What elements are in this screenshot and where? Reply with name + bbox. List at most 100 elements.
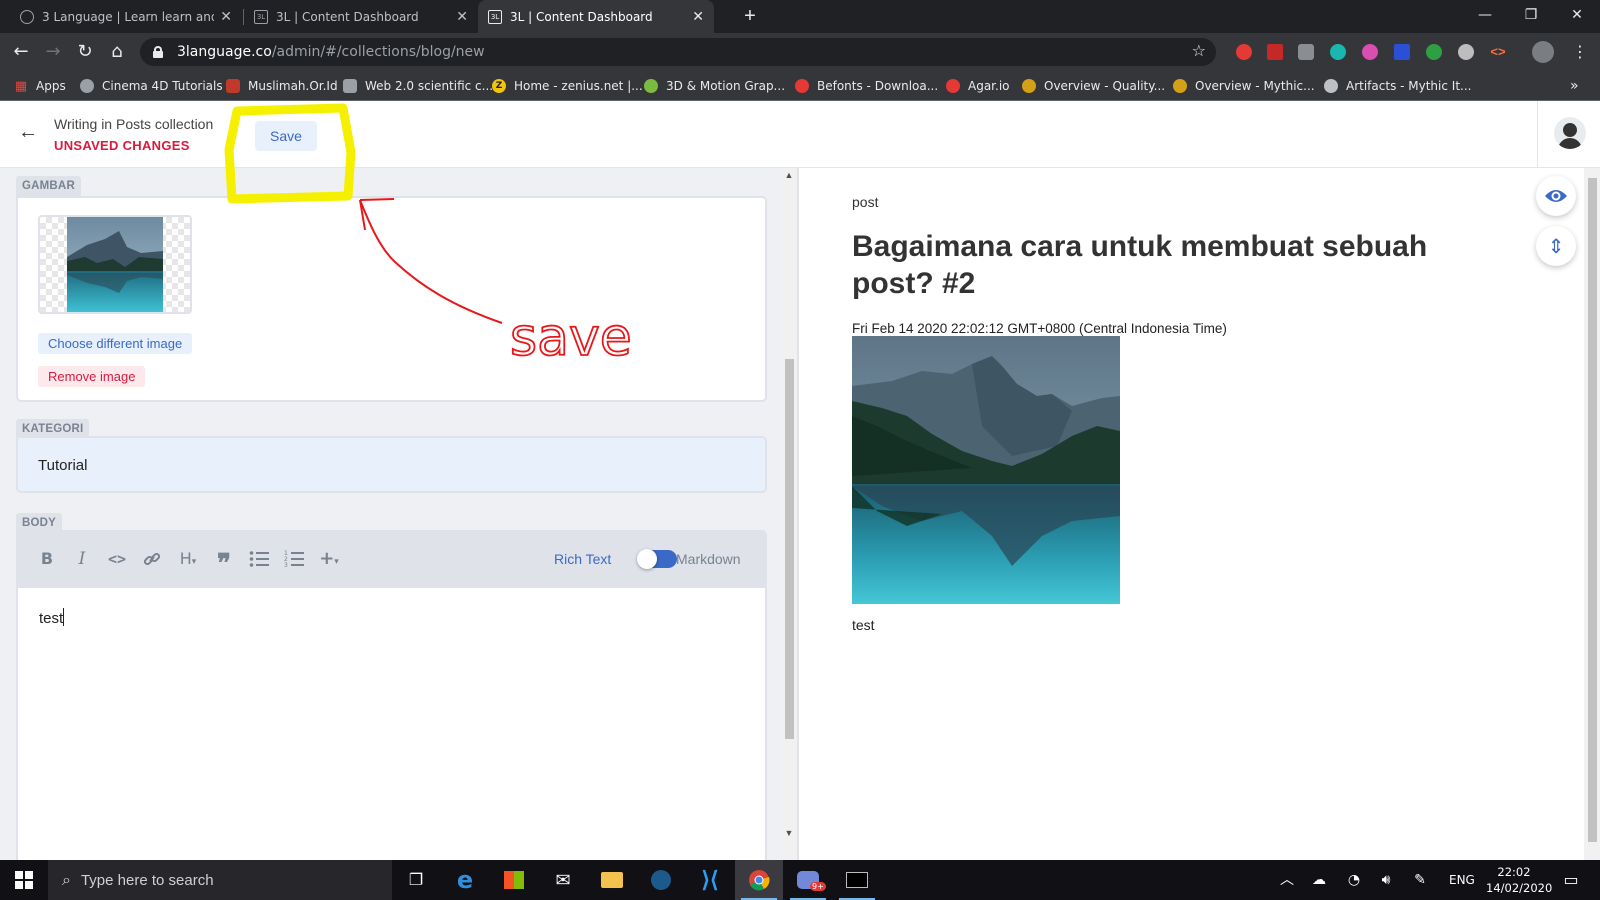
- remove-image-button[interactable]: Remove image: [38, 366, 146, 387]
- notification-center-icon[interactable]: ▭: [1562, 871, 1580, 889]
- bookmark-item[interactable]: Web 2.0 scientific c...: [343, 71, 493, 101]
- input-language[interactable]: ENG: [1449, 873, 1475, 887]
- window-close-icon[interactable]: ✕: [1554, 0, 1600, 30]
- browser-tab-active[interactable]: 3L 3L | Content Dashboard ✕: [478, 0, 714, 33]
- restore-icon[interactable]: ❐: [1508, 0, 1554, 30]
- preview-collection-kind: post: [852, 194, 879, 210]
- back-arrow-icon[interactable]: ←: [18, 121, 38, 144]
- browser-tab-strip: 3 Language | Learn learn and learn ✕ 3L …: [0, 0, 1600, 33]
- chrome-icon[interactable]: [735, 860, 783, 900]
- bookmark-star-icon[interactable]: ☆: [1192, 41, 1206, 60]
- steam-icon[interactable]: [637, 860, 685, 900]
- extension-icon[interactable]: [1267, 44, 1283, 60]
- extension-icon[interactable]: [1394, 44, 1410, 60]
- mail-icon[interactable]: ✉: [539, 860, 587, 900]
- store-icon[interactable]: [490, 860, 538, 900]
- edge-icon[interactable]: e: [441, 860, 489, 900]
- preview-scrollbar-thumb[interactable]: [1588, 178, 1597, 842]
- rich-text-label[interactable]: Rich Text: [554, 551, 611, 567]
- heading-icon[interactable]: H▾: [176, 547, 200, 571]
- bookmark-apps[interactable]: ▦ Apps: [14, 71, 66, 101]
- bulleted-list-icon[interactable]: [247, 547, 271, 571]
- italic-icon[interactable]: I: [70, 547, 94, 571]
- file-explorer-icon[interactable]: [588, 860, 636, 900]
- extension-icon[interactable]: [1458, 44, 1474, 60]
- show-hidden-icons-icon[interactable]: ︿: [1278, 871, 1296, 889]
- wifi-icon[interactable]: ◔: [1345, 871, 1363, 889]
- discord-icon[interactable]: 9+: [784, 860, 832, 900]
- system-clock[interactable]: 22:02 14/02/2020: [1486, 864, 1553, 896]
- apps-grid-icon: ▦: [14, 78, 28, 94]
- terminal-icon[interactable]: [833, 860, 881, 900]
- agar-icon: [946, 79, 960, 93]
- profile-avatar[interactable]: [1532, 41, 1554, 63]
- bookmark-item[interactable]: Overview - Quality...: [1022, 71, 1165, 101]
- browser-tab[interactable]: 3L 3L | Content Dashboard ✕: [244, 0, 478, 33]
- save-button[interactable]: Save: [255, 121, 317, 151]
- vscode-icon[interactable]: ⟩⟨: [686, 860, 734, 900]
- code-icon[interactable]: <>: [105, 547, 129, 571]
- reload-icon[interactable]: ↻: [73, 40, 97, 64]
- 3l-icon: 3L: [254, 9, 268, 24]
- bold-icon[interactable]: B: [35, 547, 59, 571]
- scroll-up-arrow-icon[interactable]: ▲: [784, 170, 794, 180]
- close-tab-icon[interactable]: ✕: [456, 9, 468, 25]
- close-tab-icon[interactable]: ✕: [692, 9, 704, 25]
- bookmark-item[interactable]: Agar.io: [946, 71, 1010, 101]
- bookmark-item[interactable]: 3D & Motion Grap...: [644, 71, 785, 101]
- body-editor[interactable]: test: [16, 588, 767, 860]
- kebab-menu-icon[interactable]: ⋮: [1568, 40, 1592, 64]
- browser-toolbar: ← → ↻ ⌂ 3language.co/admin/#/collections…: [0, 33, 1600, 71]
- editor-scrollbar-thumb[interactable]: [785, 359, 794, 739]
- quote-icon[interactable]: ❞: [212, 547, 236, 579]
- extension-icon[interactable]: [1236, 44, 1252, 60]
- editor-mode-toggle[interactable]: [637, 549, 677, 569]
- scroll-down-arrow-icon[interactable]: ▼: [784, 828, 794, 838]
- link-icon[interactable]: [140, 547, 164, 571]
- bookmarks-bar: ▦ Apps Cinema 4D Tutorials Muslimah.Or.Id…: [0, 71, 1600, 101]
- extension-icon[interactable]: [1426, 44, 1442, 60]
- minimize-icon[interactable]: —: [1462, 0, 1508, 30]
- user-avatar[interactable]: [1554, 117, 1586, 149]
- markdown-toolbar: B I <> H▾ ❞ 123 +▾ Rich Text Markdown: [16, 530, 767, 588]
- new-tab-button[interactable]: +: [738, 4, 762, 28]
- extension-icon[interactable]: [1330, 44, 1346, 60]
- markdown-label[interactable]: Markdown: [676, 551, 741, 567]
- editor-header: ← Writing in Posts collection UNSAVED CH…: [0, 101, 1600, 168]
- cinema4d-icon: [80, 79, 94, 93]
- mountain-lake-thumbnail: [67, 217, 163, 312]
- muslimah-icon: [226, 79, 240, 93]
- bookmark-item[interactable]: Muslimah.Or.Id: [226, 71, 338, 101]
- chrome-logo: [749, 870, 770, 891]
- extension-icon[interactable]: [1298, 44, 1314, 60]
- pen-icon[interactable]: ✎: [1411, 871, 1429, 889]
- extension-icon[interactable]: [1362, 44, 1378, 60]
- bookmark-item[interactable]: Overview - Mythic...: [1173, 71, 1315, 101]
- sync-scroll-icon[interactable]: ⇕: [1536, 226, 1576, 266]
- eye-icon[interactable]: [1536, 176, 1576, 216]
- clock-date: 14/02/2020: [1486, 881, 1553, 895]
- browser-tab[interactable]: 3 Language | Learn learn and learn ✕: [10, 0, 242, 33]
- numbered-list-icon[interactable]: 123: [282, 547, 306, 571]
- volume-icon[interactable]: 🔊︎: [1377, 871, 1395, 889]
- forward-icon[interactable]: →: [41, 40, 65, 64]
- choose-different-image-button[interactable]: Choose different image: [38, 333, 193, 354]
- task-view-icon[interactable]: ❐: [392, 860, 440, 900]
- add-component-icon[interactable]: +▾: [317, 547, 341, 571]
- unsaved-status: UNSAVED CHANGES: [54, 138, 190, 153]
- windows-start-button[interactable]: [0, 860, 48, 900]
- extension-icon[interactable]: <>: [1490, 44, 1506, 60]
- bookmark-item[interactable]: Cinema 4D Tutorials: [80, 71, 223, 101]
- category-input[interactable]: Tutorial: [16, 436, 767, 493]
- bookmark-item[interactable]: Befonts - Downloa...: [795, 71, 938, 101]
- bookmark-item[interactable]: Z Home - zenius.net |...: [492, 71, 643, 101]
- back-icon[interactable]: ←: [9, 40, 33, 64]
- more-bookmarks-icon[interactable]: »: [1570, 71, 1579, 101]
- taskbar-search-box[interactable]: ⌕ Type here to search: [48, 860, 392, 900]
- bookmark-item[interactable]: Artifacts - Mythic It...: [1324, 71, 1471, 101]
- address-bar[interactable]: 3language.co/admin/#/collections/blog/ne…: [140, 38, 1216, 66]
- close-tab-icon[interactable]: ✕: [220, 9, 232, 25]
- home-icon[interactable]: ⌂: [105, 40, 129, 64]
- 3l-icon: 3L: [488, 9, 502, 24]
- onedrive-icon[interactable]: ☁: [1310, 871, 1328, 889]
